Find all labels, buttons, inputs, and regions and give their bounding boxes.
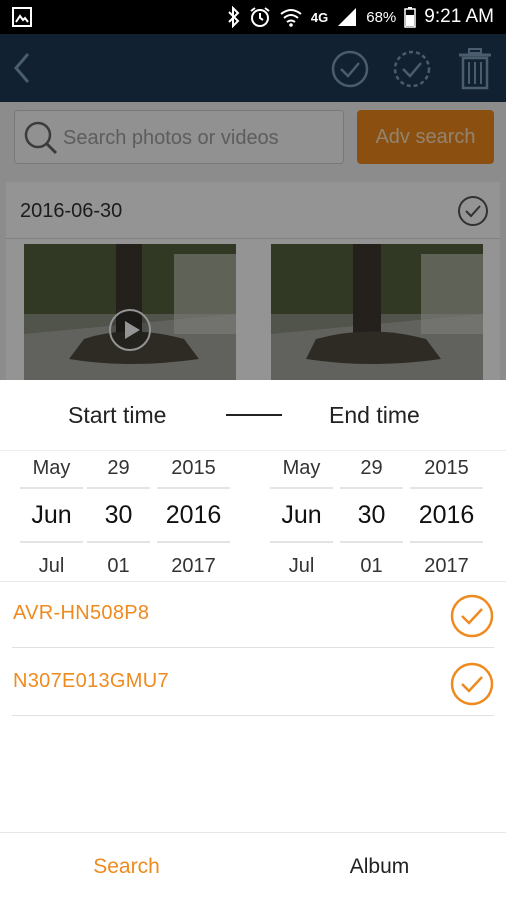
- device-row[interactable]: AVR-HN508P8: [0, 582, 506, 648]
- wifi-icon: [280, 9, 302, 27]
- device-name: AVR-HN508P8: [13, 602, 150, 624]
- start-year-current[interactable]: 2016: [157, 489, 230, 541]
- start-month-prev[interactable]: May: [20, 450, 83, 487]
- device-name: N307E013GMU7: [13, 670, 169, 692]
- end-year-picker[interactable]: 2015 2016 2017: [410, 450, 483, 580]
- clock: 9:21 AM: [424, 6, 494, 27]
- start-time-label: Start time: [68, 402, 167, 428]
- end-day-next[interactable]: 01: [340, 548, 403, 584]
- check-circle-icon[interactable]: [450, 594, 494, 638]
- end-day-picker[interactable]: 29 30 01: [340, 450, 403, 580]
- picker-line: [20, 541, 83, 543]
- picker-line: [157, 541, 230, 543]
- end-month-current[interactable]: Jun: [270, 489, 333, 541]
- check-circle-icon[interactable]: [450, 662, 494, 706]
- search-tab-button[interactable]: Search: [0, 833, 253, 900]
- status-bar: 4G 68% 9:21 AM: [0, 0, 506, 34]
- start-month-next[interactable]: Jul: [20, 548, 83, 584]
- network-type: 4G: [310, 9, 329, 25]
- start-year-next[interactable]: 2017: [157, 548, 230, 584]
- end-year-current[interactable]: 2016: [410, 489, 483, 541]
- start-month-picker[interactable]: May Jun Jul: [20, 450, 83, 580]
- battery-icon: [404, 7, 417, 28]
- battery-percent: 68%: [366, 8, 397, 26]
- picker-line: [270, 541, 333, 543]
- album-tab-button[interactable]: Album: [253, 833, 506, 900]
- dim-overlay[interactable]: [0, 102, 506, 380]
- end-month-picker[interactable]: May Jun Jul: [270, 450, 333, 580]
- start-month-current[interactable]: Jun: [20, 489, 83, 541]
- bluetooth-icon: [228, 6, 240, 28]
- start-day-next[interactable]: 01: [87, 548, 150, 584]
- end-day-prev[interactable]: 29: [340, 450, 403, 487]
- start-year-prev[interactable]: 2015: [157, 450, 230, 487]
- start-day-current[interactable]: 30: [87, 489, 150, 541]
- signal-icon: [338, 8, 357, 26]
- range-separator: [226, 414, 282, 416]
- divider: [12, 715, 494, 716]
- divider: [12, 647, 494, 648]
- app-bar-dim-overlay: [0, 34, 506, 102]
- end-time-label: End time: [329, 402, 420, 428]
- end-month-prev[interactable]: May: [270, 450, 333, 487]
- bottom-action-bar: Search Album: [0, 832, 506, 900]
- alarm-icon: [250, 7, 270, 27]
- device-row[interactable]: N307E013GMU7: [0, 650, 506, 716]
- time-range-header: Start time End time: [0, 380, 506, 450]
- picker-line: [340, 541, 403, 543]
- picker-line: [87, 541, 150, 543]
- end-year-prev[interactable]: 2015: [410, 450, 483, 487]
- end-month-next[interactable]: Jul: [270, 548, 333, 584]
- gallery-notification-icon: [12, 7, 32, 27]
- end-day-current[interactable]: 30: [340, 489, 403, 541]
- start-day-prev[interactable]: 29: [87, 450, 150, 487]
- status-icons: 4G 68% 9:21 AM: [227, 0, 494, 34]
- picker-line: [410, 541, 483, 543]
- start-day-picker[interactable]: 29 30 01: [87, 450, 150, 580]
- start-year-picker[interactable]: 2015 2016 2017: [157, 450, 230, 580]
- advanced-search-sheet: Start time End time May Jun Jul 29 30 01…: [0, 380, 506, 900]
- end-year-next[interactable]: 2017: [410, 548, 483, 584]
